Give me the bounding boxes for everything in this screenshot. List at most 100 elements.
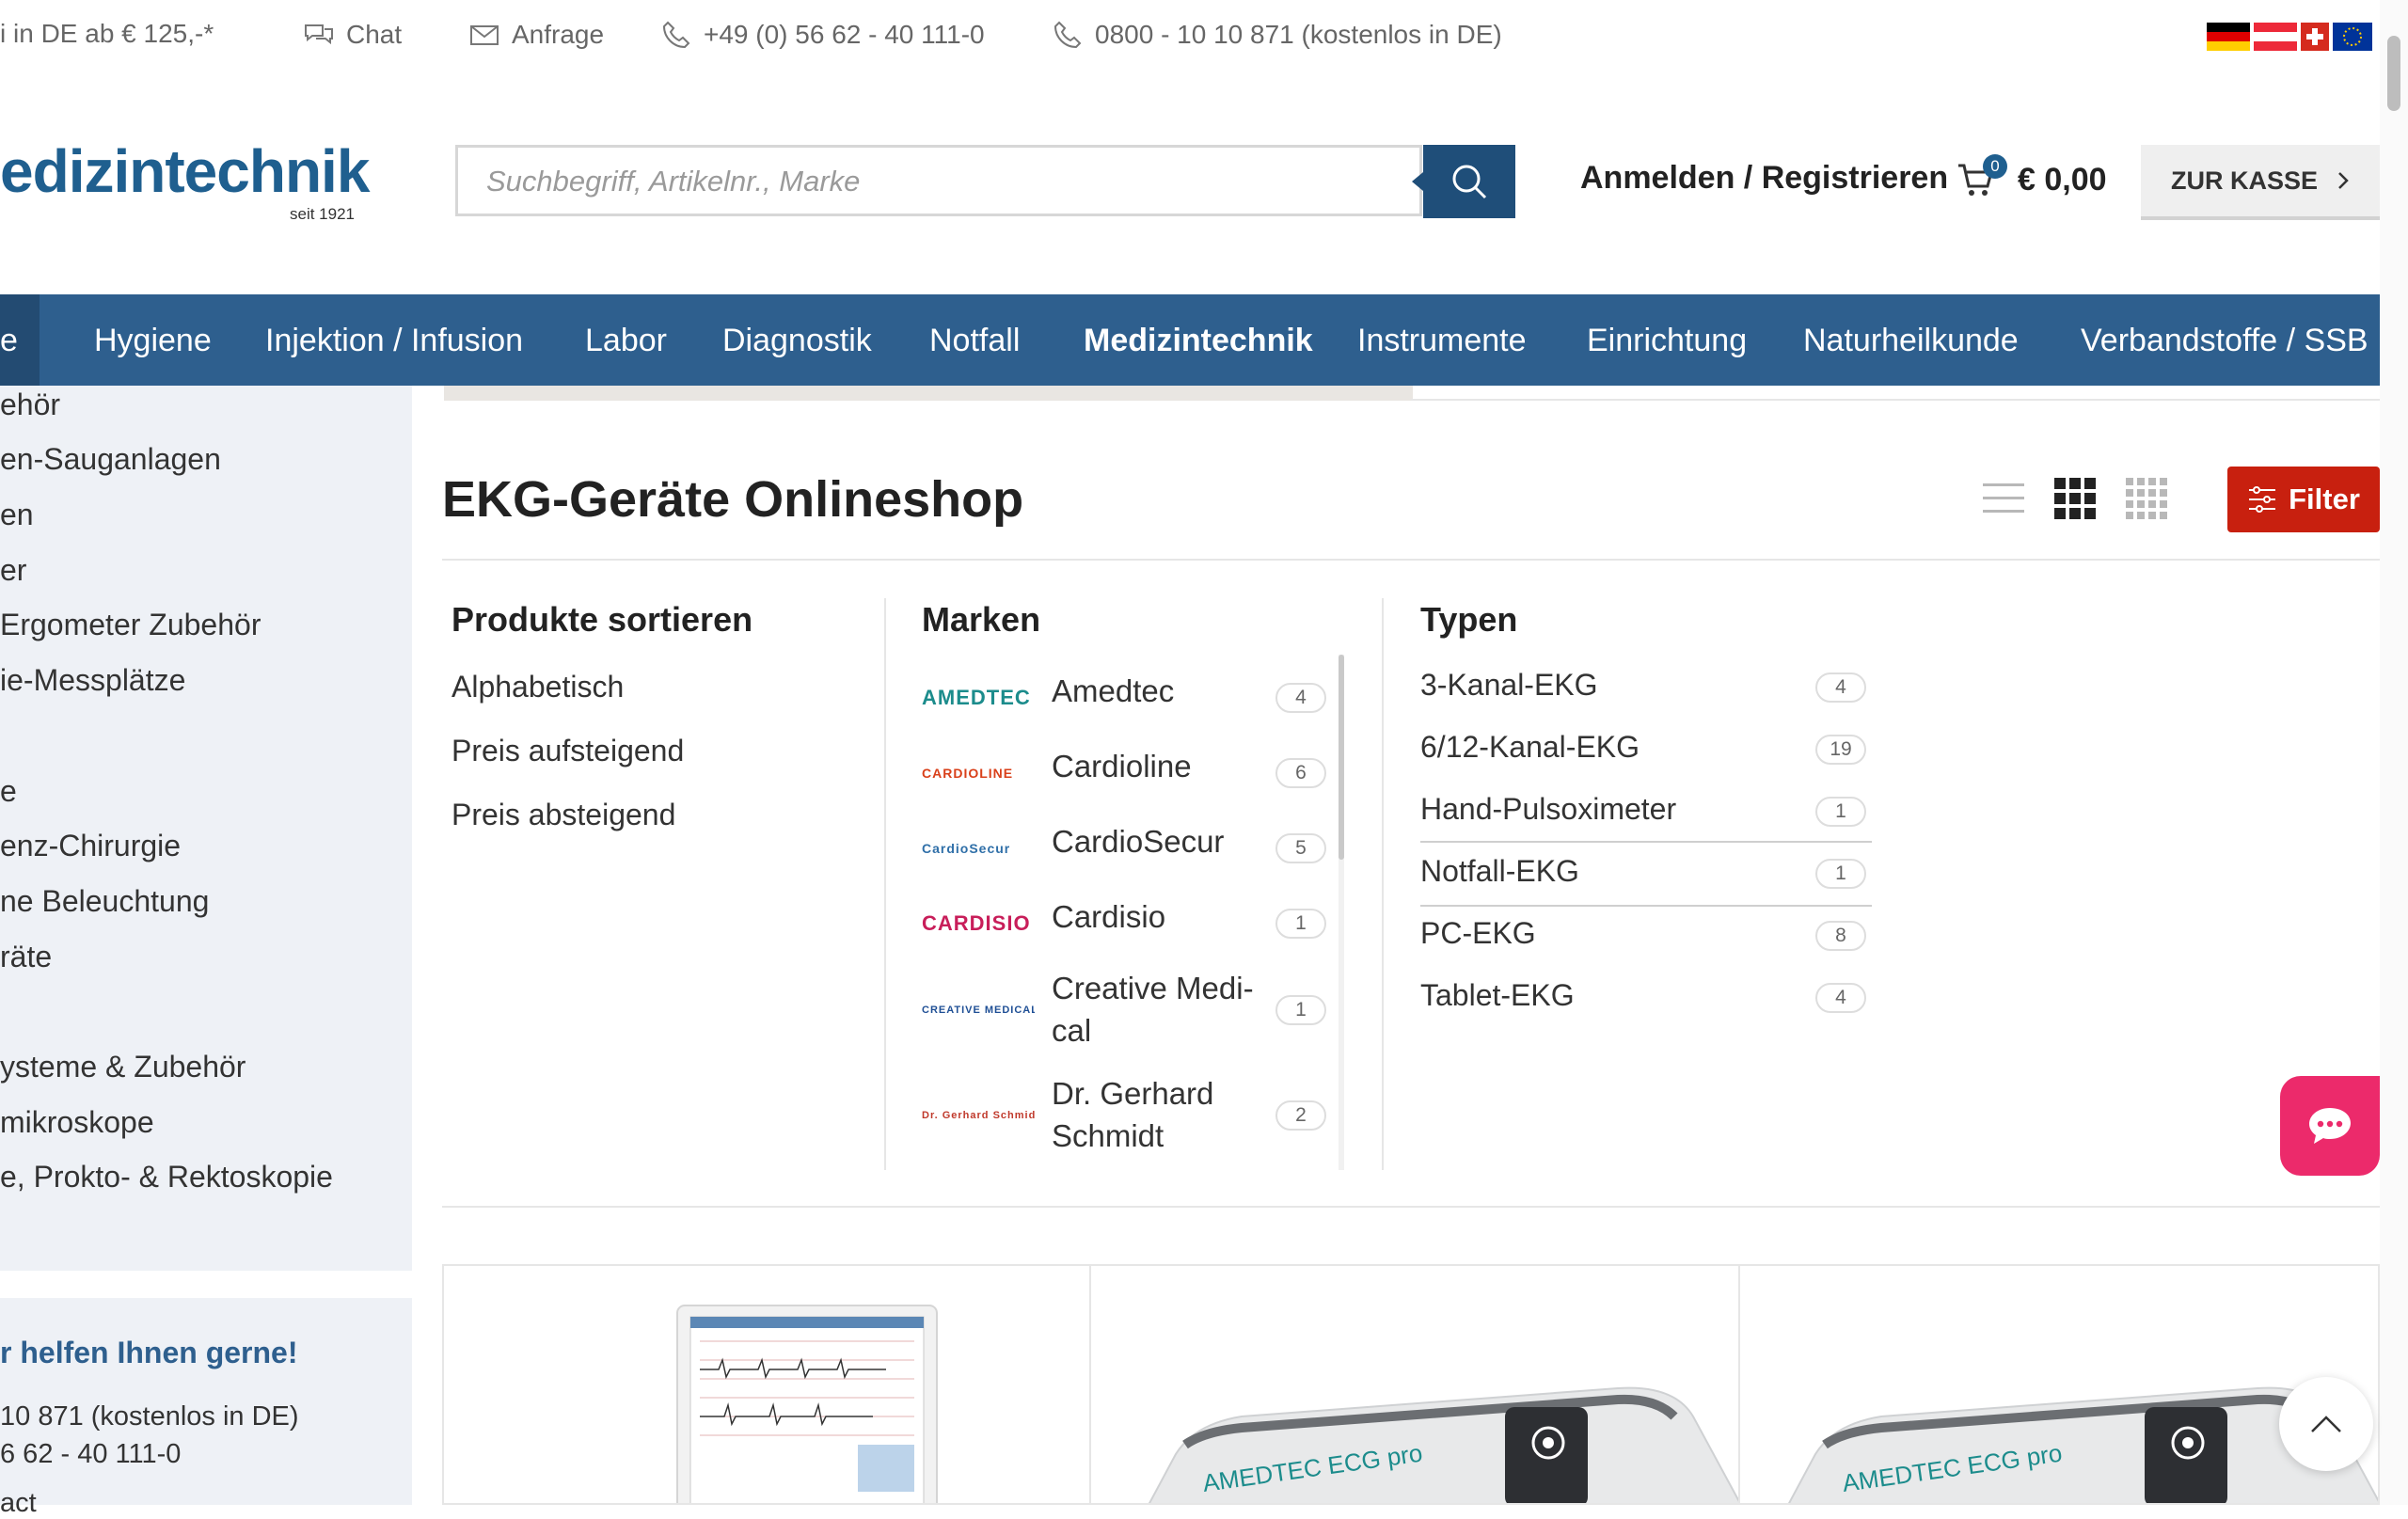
brand-count-badge: 2 [1275, 1100, 1326, 1131]
nav-item-instruments[interactable]: Instrumente [1357, 323, 1527, 359]
type-name: Tablet-EKG [1420, 978, 1575, 1012]
nav-item-medical-technology[interactable]: Medizintechnik [1084, 323, 1313, 359]
brand-name: Cardisio [1052, 899, 1166, 934]
phone-link[interactable]: +49 (0) 56 62 - 40 111-0 [660, 19, 985, 51]
chat-label: Chat [346, 20, 403, 49]
sidebar-item[interactable]: ysteme & Zubehör [0, 1050, 246, 1084]
live-chat-button[interactable] [2280, 1076, 2380, 1176]
type-filter-item[interactable]: Notfall-EKG 1 [1420, 843, 1872, 905]
cart-total[interactable]: € 0,00 [2018, 162, 2107, 198]
sort-title: Produkte sortieren [452, 600, 753, 639]
compact-grid-view-icon[interactable] [2124, 476, 2169, 521]
type-filter-item[interactable]: PC-EKG 8 [1420, 905, 1872, 967]
product-image: AMEDTEC ECG pro [1788, 1386, 2378, 1503]
sidebar-item[interactable]: en [0, 498, 34, 532]
sidebar-item[interactable]: e, Prokto- & Rektoskopie [0, 1160, 333, 1195]
filter-label: Filter [2289, 483, 2360, 515]
nav-item-previous[interactable]: e [0, 294, 40, 386]
brand-logo: Dr. Gerhard Schmidt GmbH [922, 1110, 1035, 1121]
help-phone[interactable]: 6 62 - 40 111-0 [0, 1439, 181, 1470]
brand-name: Creative Medi- cal [1052, 971, 1254, 1048]
brand-filter-item[interactable]: CREATIVE MEDICAL Creative Medi- cal 1 [922, 967, 1326, 1053]
main-navigation: e Hygiene Injektion / Infusion Labor Dia… [0, 294, 2380, 386]
sort-price-descending[interactable]: Preis absteigend [452, 798, 675, 832]
nav-item-dressings[interactable]: Verbandstoffe / SSB [2081, 323, 2368, 359]
brand-count-badge: 1 [1275, 909, 1326, 939]
sidebar-item[interactable]: mikroskope [0, 1105, 154, 1140]
sliders-icon [2249, 486, 2276, 513]
type-separator [1420, 841, 1872, 843]
chat-link[interactable]: Chat [303, 19, 402, 51]
brand-list-scrollbar-thumb[interactable] [1339, 655, 1344, 860]
hotline-link[interactable]: 0800 - 10 10 871 (kostenlos in DE) [1052, 19, 1502, 51]
type-filter-item[interactable]: Hand-Pulsoximeter 1 [1420, 781, 1872, 843]
sidebar-item[interactable]: enz-Chirurgie [0, 829, 181, 863]
type-filter-item[interactable]: 6/12-Kanal-EKG 19 [1420, 719, 1872, 781]
brand-count-badge: 6 [1275, 758, 1326, 788]
austria-flag[interactable] [2254, 23, 2297, 51]
product-card[interactable]: AMEDTEC ECG pro [1738, 1264, 2380, 1505]
sidebar-item[interactable]: er [0, 553, 26, 588]
nav-item-naturopathy[interactable]: Naturheilkunde [1803, 323, 2019, 359]
sidebar-item[interactable]: en-Sauganlagen [0, 442, 221, 477]
product-card[interactable] [442, 1264, 1091, 1505]
scroll-to-top-button[interactable] [2279, 1377, 2373, 1471]
sidebar-item[interactable]: Ergometer Zubehör [0, 608, 261, 642]
cart-count-badge: 0 [1983, 154, 2007, 179]
brand-filter-item[interactable]: AMEDTEC Amedtec 4 [922, 670, 1326, 726]
sidebar-item[interactable]: e [0, 774, 17, 809]
help-hotline[interactable]: 10 871 (kostenlos in DE) [0, 1401, 299, 1432]
page-scrollbar[interactable] [2380, 0, 2408, 1505]
checkout-button[interactable]: ZUR KASSE [2141, 145, 2380, 220]
type-name: 6/12-Kanal-EKG [1420, 730, 1640, 764]
nav-item-diagnostics[interactable]: Diagnostik [722, 323, 872, 359]
brand-filter-item[interactable]: CardioSecur CardioSecur 5 [922, 820, 1326, 877]
sort-price-ascending[interactable]: Preis aufsteigend [452, 734, 684, 768]
type-filter-item[interactable]: 3-Kanal-EKG 4 [1420, 657, 1872, 719]
nav-item-lab[interactable]: Labor [585, 323, 667, 359]
grid-view-icon[interactable] [2052, 476, 2098, 521]
nav-item-emergency[interactable]: Notfall [929, 323, 1020, 359]
brand-logo: CARDIOLINE [922, 766, 1014, 781]
brand-filter-item[interactable]: Dr. Gerhard Schmidt GmbH Dr. Gerhard Schm… [922, 1072, 1326, 1159]
germany-flag[interactable] [2207, 23, 2250, 51]
site-logo[interactable]: edizintechnik [0, 141, 370, 201]
sidebar-item[interactable]: ne Beleuchtung [0, 884, 209, 919]
nav-item-previous-label: e [0, 323, 18, 358]
hotline-number: 0800 - 10 10 871 (kostenlos in DE) [1095, 20, 1502, 49]
type-filter-item[interactable]: Tablet-EKG 4 [1420, 967, 1872, 1029]
divider [1411, 399, 2380, 401]
nav-item-furnishing[interactable]: Einrichtung [1587, 323, 1747, 359]
nav-item-hygiene[interactable]: Hygiene [94, 323, 212, 359]
page-scrollbar-thumb[interactable] [2387, 36, 2400, 111]
filter-button[interactable]: Filter [2227, 467, 2380, 532]
inquiry-link[interactable]: Anfrage [468, 19, 604, 51]
nav-item-injection-infusion[interactable]: Injektion / Infusion [265, 323, 523, 359]
sort-alphabetical[interactable]: Alphabetisch [452, 670, 624, 704]
inquiry-label: Anfrage [512, 20, 605, 49]
shipping-info: i in DE ab € 125,-* [0, 19, 214, 49]
divider [442, 1206, 2380, 1208]
brand-filter-item[interactable]: CARDISIO Cardisio 1 [922, 895, 1326, 952]
search-button[interactable] [1412, 145, 1515, 218]
login-register-link[interactable]: Anmelden / Registrieren [1580, 160, 1948, 197]
brand-name: Cardioline [1052, 749, 1192, 783]
chevron-up-icon [2311, 1416, 2341, 1432]
brand-count-badge: 4 [1275, 683, 1326, 713]
sidebar-item[interactable]: ehör [0, 388, 60, 422]
type-name: Notfall-EKG [1420, 854, 1579, 888]
checkout-label: ZUR KASSE [2170, 166, 2318, 195]
brand-name: Dr. Gerhard Schmidt [1052, 1076, 1214, 1153]
help-contact[interactable]: act [0, 1488, 37, 1519]
list-view-icon[interactable] [1981, 476, 2026, 521]
eu-flag[interactable] [2333, 23, 2372, 51]
sidebar-item[interactable]: räte [0, 940, 52, 974]
column-divider [884, 598, 886, 1170]
switzerland-flag[interactable] [2301, 23, 2329, 51]
page-title: EKG-Geräte Onlineshop [442, 471, 1024, 528]
divider [442, 559, 2380, 561]
sidebar-item[interactable]: ie-Messplätze [0, 663, 185, 698]
product-card[interactable]: AMEDTEC ECG pro [1089, 1264, 1740, 1505]
brand-filter-item[interactable]: CARDIOLINE Cardioline 6 [922, 745, 1326, 801]
search-input[interactable] [458, 148, 1391, 215]
